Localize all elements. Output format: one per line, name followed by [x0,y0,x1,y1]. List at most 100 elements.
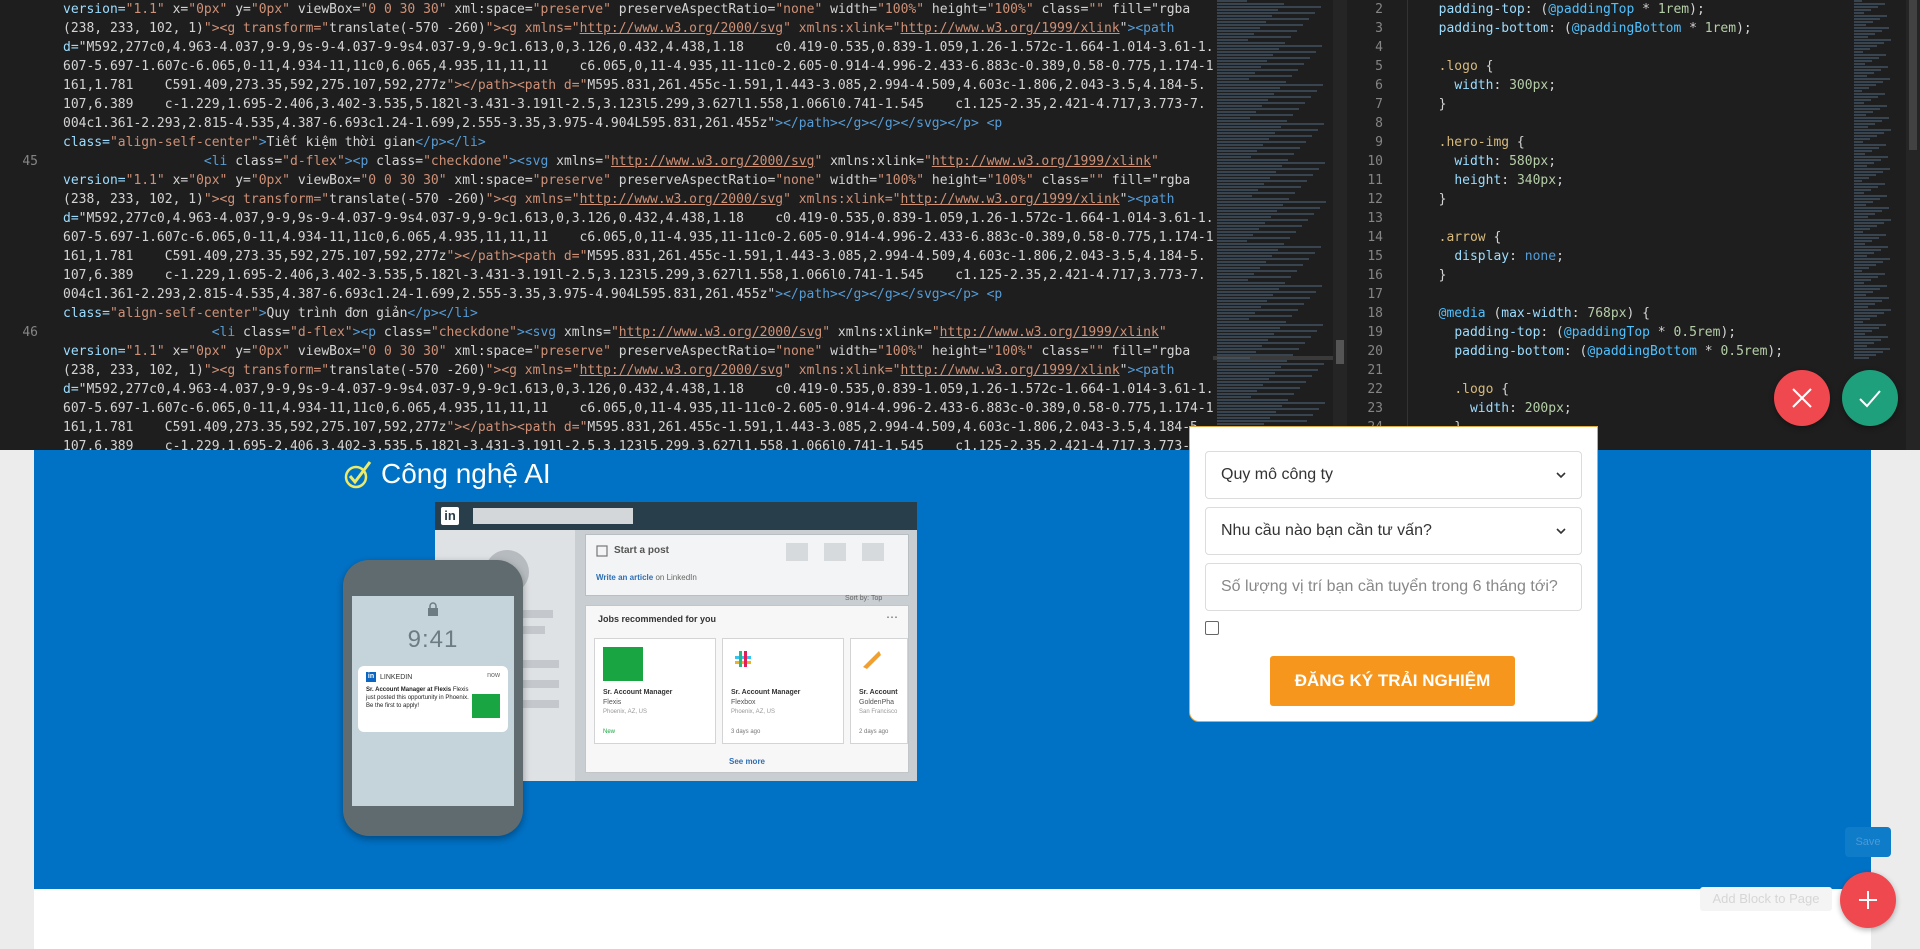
minimap-row [1854,105,1887,107]
minimap-row [1854,255,1867,257]
minimap-row [1217,189,1258,191]
minimap-row [1217,396,1251,398]
code-text: height: 340px; [1454,173,1564,188]
code-text: d="M592,277c0,4.963-4.037,9-9,9s-9-4.037… [63,211,1213,226]
minimap-row [1217,357,1250,359]
line-number: 19 [1367,325,1383,340]
minimap-row [1217,87,1280,89]
code-text: padding-top: (@paddingTop * 1rem); [1438,2,1705,17]
minimap-row [1854,6,1878,8]
code-line: version="1.1" x="0px" y="0px" viewBox="0… [0,0,1213,19]
css-scrollbar[interactable] [1906,0,1920,450]
video-icon [824,543,846,561]
job-card: Sr. Account GoldenPha San Francisco 2 da… [850,638,908,744]
minimap-row [1854,186,1878,188]
company-size-value: Quy mô công ty [1221,466,1334,483]
minimap-row [1854,18,1880,20]
notification-app: LINKEDIN [380,673,413,681]
minimap-row [1854,243,1865,245]
add-block-button[interactable] [1840,872,1896,928]
code-line: 10 width: 580px; [1347,152,1907,171]
line-number: 8 [1375,116,1383,131]
minimap-row [1217,219,1308,221]
html-scrollbar-thumb[interactable] [1336,340,1344,364]
minimap-row [1217,153,1294,155]
minimap-row [1854,345,1867,347]
minimap-row [1217,213,1314,215]
minimap-row [1854,315,1877,317]
phone-clock: 9:41 [407,626,459,653]
minimap-row [1217,399,1288,401]
minimap-row [1854,198,1880,200]
minimap-row [1217,393,1294,395]
lock-icon [428,602,438,616]
phone-screen: 9:41 in LINKEDIN now Sr. Account Manager … [352,596,514,806]
line-number: 14 [1367,230,1383,245]
more-icon: ⋯ [886,610,898,624]
html-code-pane[interactable]: version="1.1" x="0px" y="0px" viewBox="0… [0,0,1213,450]
minimap-row [1217,72,1255,74]
line-number: 11 [1367,173,1383,188]
minimap-row [1854,78,1890,80]
minimap-row [1854,267,1869,269]
minimap-row [1217,330,1317,332]
line-number: 9 [1375,135,1383,150]
minimap-row [1854,72,1874,74]
minimap-row [1217,99,1268,101]
notification-time: now [487,672,500,679]
code-editor-panel: version="1.1" x="0px" y="0px" viewBox="0… [0,0,1920,450]
minimap-row [1217,102,1305,104]
line-number: 23 [1367,401,1383,416]
minimap-row [1217,225,1302,227]
minimap-row [1217,297,1310,299]
minimap-row [1217,6,1321,8]
minimap-row [1217,285,1322,287]
line-number: 20 [1367,344,1383,359]
company-size-select[interactable]: Quy mô công ty [1205,451,1582,499]
minimap-row [1217,141,1306,143]
minimap-row [1854,303,1875,305]
linkedin-jobs-card: Jobs recommended for you ⋯ Sr. Account M… [585,605,909,773]
line-number: 13 [1367,211,1383,226]
cancel-button[interactable] [1774,370,1830,426]
minimap-row [1217,327,1280,329]
minimap-row [1217,315,1292,317]
linkedin-search-bar [473,508,633,524]
minimap-row [1217,195,1252,197]
minimap-row [1854,114,1866,116]
minimap-row [1217,417,1270,419]
code-line: 21 [1347,361,1907,380]
minimap-row [1217,90,1317,92]
code-text: version="1.1" x="0px" y="0px" viewBox="0… [63,173,1191,188]
line-number: 7 [1375,97,1383,112]
minimap-row [1854,231,1863,233]
confirm-button[interactable] [1842,370,1898,426]
html-minimap[interactable] [1213,0,1333,450]
code-text: 607-5.697-1.607c-6.065,0-11,4.934-11,11c… [63,230,1213,245]
save-button[interactable]: Save [1845,827,1891,857]
needs-select[interactable]: Nhu cầu nào bạn cần tư vấn? [1205,507,1582,555]
minimap-row [1854,48,1870,50]
minimap-row [1854,210,1882,212]
minimap-row [1217,3,1284,5]
minimap-row [1217,84,1323,86]
minimap-row [1854,126,1868,128]
minimap-row [1854,249,1881,251]
consent-checkbox[interactable] [1205,621,1219,635]
minimap-row [1854,24,1866,26]
html-scrollbar[interactable] [1333,0,1347,450]
code-text: width: 300px; [1454,78,1557,93]
minimap-row [1217,78,1249,80]
minimap-row [1854,159,1881,161]
css-scrollbar-thumb[interactable] [1909,0,1917,150]
minimap-row [1217,204,1283,206]
minimap-row [1854,177,1869,179]
minimap-row [1217,378,1269,380]
minimap-row [1217,156,1251,158]
minimap-row [1217,354,1293,356]
register-button[interactable]: ĐĂNG KÝ TRẢI NGHIỆM [1270,656,1515,706]
minimap-row [1217,186,1301,188]
next-section[interactable] [34,889,1871,949]
chevron-down-icon [1556,528,1566,535]
positions-input[interactable]: Số lượng vị trí bạn cần tuyển trong 6 th… [1205,563,1582,611]
